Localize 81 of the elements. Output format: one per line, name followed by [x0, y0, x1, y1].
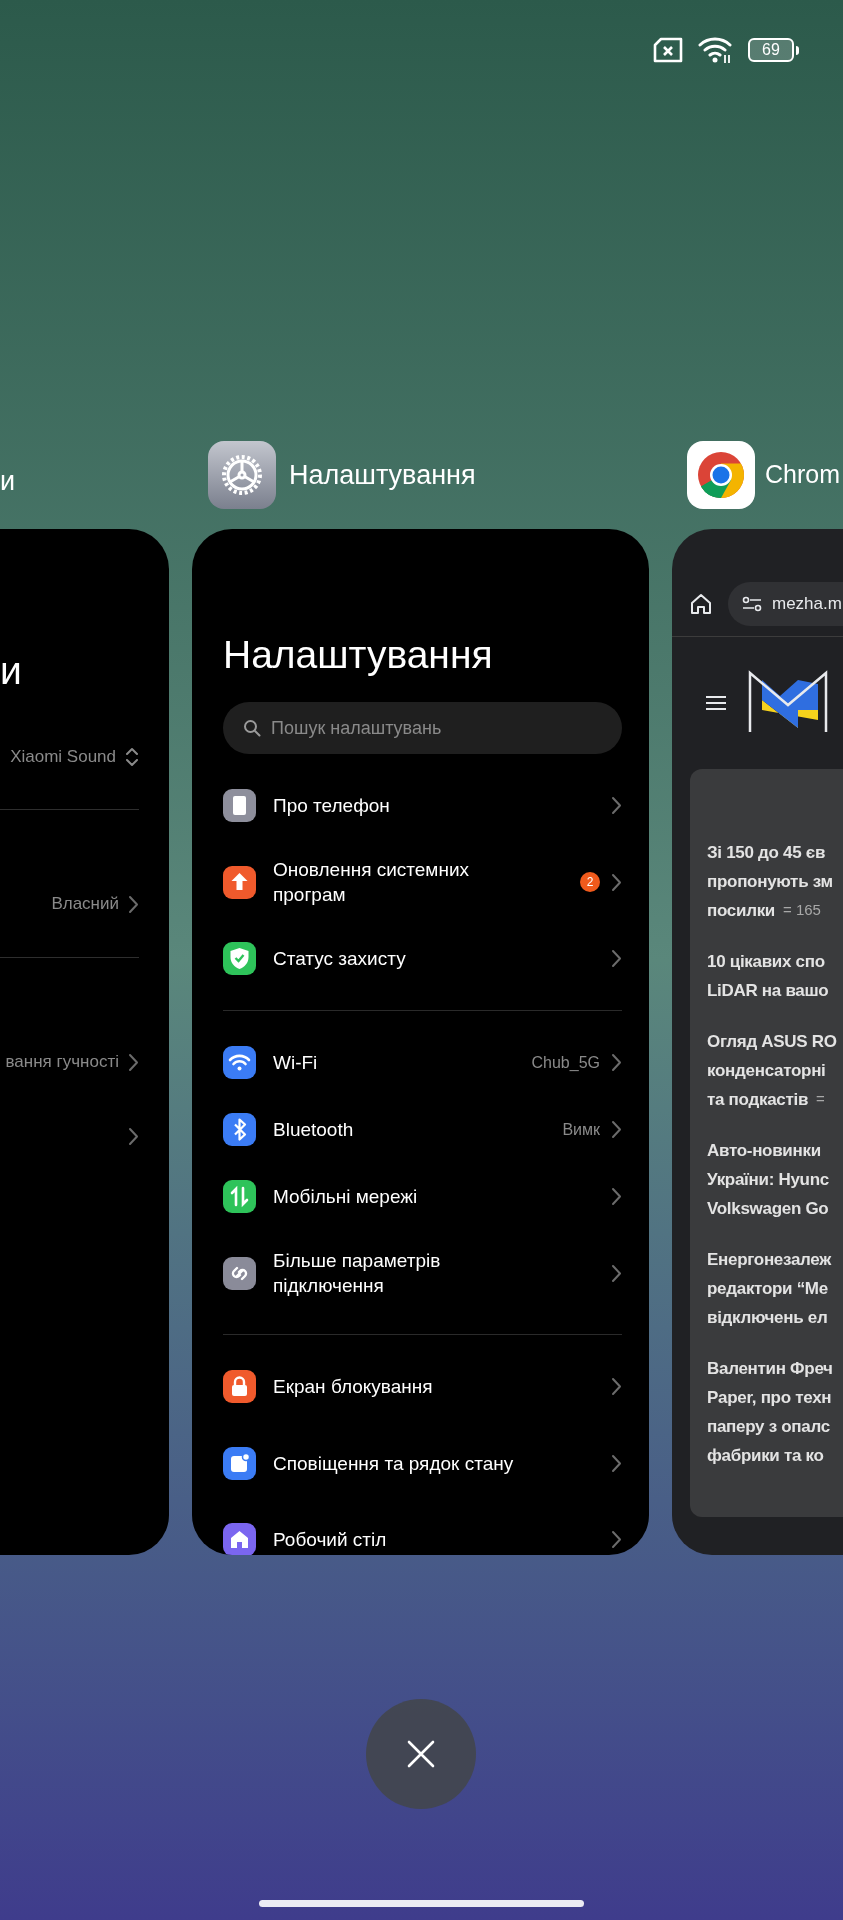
setting-value: Власний [51, 893, 119, 916]
search-icon [243, 719, 261, 737]
app-label: Chrom [765, 459, 840, 491]
headline-text[interactable]: посилки [707, 897, 775, 924]
chevron-right-icon [128, 1052, 139, 1072]
setting-label: Більше параметрів підключення [273, 1249, 442, 1298]
headline-text[interactable]: відключень ел [707, 1303, 828, 1332]
no-sim-icon [652, 37, 684, 63]
settings-row[interactable]: Екран блокування [223, 1353, 622, 1420]
setting-label: Про телефон [273, 794, 391, 818]
app-card[interactable]: и Xiaomi Sound Власний вання гучності [0, 529, 169, 1555]
app-card[interactable] [192, 529, 649, 1555]
settings-row[interactable]: Bluetooth Вимк [223, 1096, 622, 1163]
setting-value: Xiaomi Sound [10, 746, 116, 769]
setting-label: Bluetooth [273, 1118, 355, 1142]
headline-text[interactable]: фабрики та ко [707, 1441, 824, 1470]
headline-text[interactable]: Огляд ASUS RO [707, 1027, 837, 1056]
settings-row[interactable]: Сповіщення та рядок стану [223, 1420, 622, 1506]
page-title: Налаштування [223, 632, 494, 678]
settings-row[interactable]: Wi-Fi Chub_5G [223, 1029, 622, 1096]
settings-row[interactable]: Більше параметрів підключення [223, 1230, 622, 1316]
settings-app-icon[interactable] [208, 441, 276, 509]
headline-text[interactable]: 10 цікавих спо [707, 947, 825, 976]
headline-text[interactable]: та подкастів [707, 1086, 809, 1113]
chevron-right-icon [611, 1530, 622, 1549]
headline-text[interactable]: Зі 150 до 45 єв [707, 838, 826, 867]
setting-label: Робочий стіл [273, 1528, 388, 1552]
setting-label: Сповіщення та рядок стану [273, 1451, 515, 1476]
setting-label: Мобільні мережі [273, 1185, 419, 1209]
chevron-right-icon [611, 1120, 622, 1139]
chevron-right-icon [611, 1187, 622, 1206]
page-title: и [0, 648, 22, 694]
setting-label: Wi-Fi [273, 1051, 319, 1075]
headline-text[interactable]: пропонують зм [707, 867, 833, 896]
chevron-right-icon [611, 1053, 622, 1072]
chevron-right-icon [611, 949, 622, 968]
headline-text[interactable]: України: Hyunc [707, 1165, 829, 1194]
settings-row[interactable]: Робочий стіл [223, 1506, 622, 1555]
chevron-right-icon [611, 1263, 622, 1283]
headline-text[interactable]: Paper, про техн [707, 1383, 832, 1412]
up-down-icon [125, 746, 139, 768]
chevron-right-icon [128, 894, 139, 914]
chevron-right-icon [128, 1126, 139, 1146]
chrome-app-icon[interactable] [687, 441, 755, 509]
chevron-right-icon [611, 1377, 622, 1396]
app-label: Налаштування [289, 458, 476, 492]
setting-label: Екран блокування [273, 1375, 434, 1399]
setting-value: Chub_5G [531, 1052, 600, 1073]
headline-text[interactable]: Volkswagen Go [707, 1194, 829, 1223]
setting-value: вання гучності [5, 1051, 119, 1074]
setting-value: Вимк [562, 1119, 600, 1140]
setting-label: Статус захисту [273, 947, 407, 971]
chevron-right-icon [611, 796, 622, 815]
search-placeholder: Пошук налаштувань [271, 716, 442, 740]
headline-text[interactable]: Валентин Фреч [707, 1354, 833, 1383]
settings-row[interactable]: Про телефон [223, 772, 622, 839]
search-field[interactable]: Пошук налаштувань [223, 702, 622, 754]
headline-text[interactable]: редактори “Ме [707, 1274, 828, 1303]
close-icon [407, 1740, 435, 1768]
headline-text[interactable]: LiDAR на вашо [707, 976, 829, 1005]
tune-icon[interactable] [742, 596, 762, 612]
settings-row[interactable]: Статус захисту [223, 925, 622, 992]
headline-text[interactable]: Авто-новинки [707, 1136, 821, 1165]
home-icon[interactable] [690, 593, 712, 615]
settings-row[interactable]: Оновлення системних програм 2 [223, 839, 622, 925]
battery-icon: 69 [748, 38, 794, 62]
setting-label: Оновлення системних програм [273, 858, 471, 907]
chevron-right-icon [611, 872, 622, 892]
article-meta: = [816, 1089, 825, 1110]
menu-icon[interactable] [706, 695, 726, 711]
chevron-right-icon [611, 1453, 622, 1473]
headline-text[interactable]: Енергонезалеж [707, 1245, 832, 1274]
headline-text[interactable]: паперу з опалс [707, 1412, 830, 1441]
app-label: и [0, 465, 16, 498]
headline-text[interactable]: конденсаторні [707, 1056, 826, 1085]
count-badge: 2 [580, 872, 600, 892]
settings-row[interactable]: Мобільні мережі [223, 1163, 622, 1230]
wifi-icon [698, 36, 734, 64]
address-bar[interactable]: mezha.m [728, 582, 843, 626]
url-text: mezha.m [772, 593, 842, 616]
article-meta: = 165 [783, 900, 821, 921]
